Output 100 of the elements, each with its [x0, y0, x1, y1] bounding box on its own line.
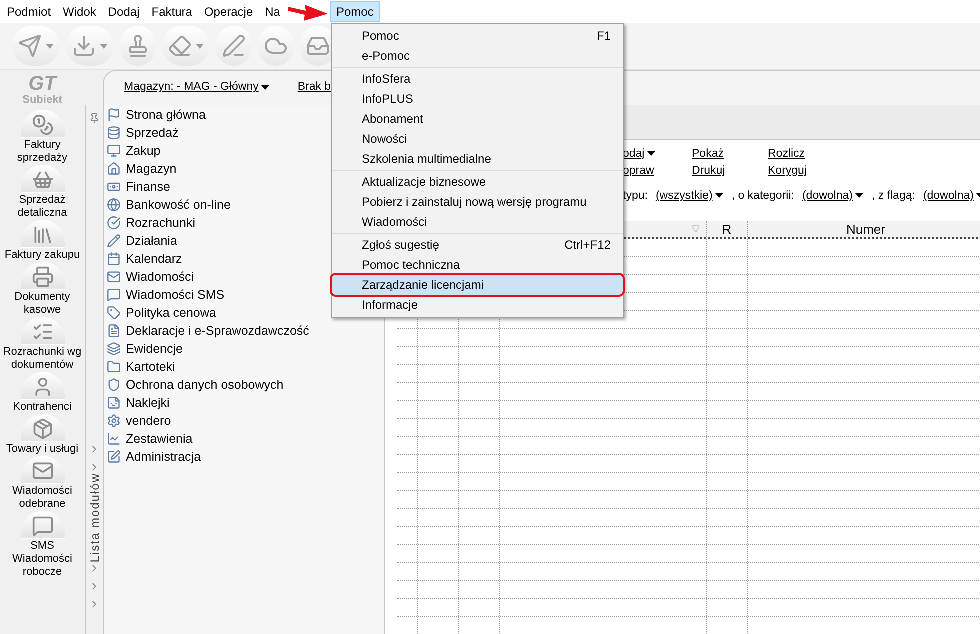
message-icon [32, 515, 54, 537]
sidebar-label: Faktury zakupu [4, 248, 80, 262]
sidebar-label: Sprzedaż detaliczna [16, 193, 68, 220]
menu-item[interactable]: Na [259, 1, 286, 22]
sidebar-label: Wiadomości odebrane [12, 484, 74, 511]
action-link[interactable]: Pokaż [692, 146, 768, 163]
caret-icon [714, 193, 724, 198]
sidebar-label: Towary i usługi [6, 442, 79, 456]
menu-item[interactable]: Faktura [146, 1, 198, 22]
module-item[interactable]: Kartoteki [107, 358, 384, 376]
flag-dropdown[interactable]: (dowolna) [923, 188, 980, 206]
document-icon [107, 324, 121, 338]
action-link[interactable]: Drukuj [692, 163, 768, 180]
layers-icon [107, 342, 121, 356]
module-item[interactable]: Naklejki [107, 394, 384, 412]
module-item[interactable]: Administracja [107, 448, 384, 466]
sidebar-button[interactable]: Towary i usługi [0, 414, 85, 456]
menu-item[interactable]: Operacje [198, 1, 260, 22]
database-icon [107, 126, 121, 140]
module-item[interactable]: vendero [107, 412, 384, 430]
module-item[interactable]: Ewidencje [107, 340, 384, 358]
menu-entry[interactable]: Szkolenia multimedialne [332, 149, 623, 169]
menu-entry[interactable]: Pomoc techniczna [332, 255, 623, 275]
column-header[interactable]: Numer [748, 221, 980, 238]
globe-icon [107, 198, 121, 212]
type-dropdown[interactable]: (wszystkie) [656, 188, 724, 206]
gear-icon [107, 414, 121, 428]
caret-icon [646, 151, 656, 156]
menu-item[interactable]: Podmiot [1, 1, 58, 22]
sort-icon [692, 225, 700, 234]
pin-icon[interactable] [89, 113, 100, 124]
module-item[interactable]: Zestawienia [107, 430, 384, 448]
sidebar-button[interactable]: SMS Wiadomości robocze [0, 511, 85, 579]
action-link[interactable]: opraw [623, 163, 692, 180]
menu-entry[interactable]: Informacje [332, 295, 623, 315]
mail-icon [32, 460, 54, 482]
sidebar-button[interactable]: Kontrahenci [0, 372, 85, 414]
logo-text: Subiekt [22, 94, 62, 106]
basket-icon [32, 169, 54, 191]
sidebar-button[interactable]: Rozrachunki wg dokumentów [0, 317, 85, 372]
menu-entry[interactable]: Pobierz i zainstaluj nową wersję programu [332, 192, 623, 212]
sticker-icon [107, 396, 121, 410]
action-link[interactable]: Koryguj [768, 163, 844, 180]
module-item[interactable]: Ochrona danych osobowych [107, 376, 384, 394]
tag-icon [107, 306, 121, 320]
caret-icon [260, 84, 270, 90]
calendar-icon [107, 252, 121, 266]
house-icon [107, 162, 121, 176]
menu-entry[interactable]: Wiadomości [332, 212, 623, 232]
column-header[interactable]: R [707, 221, 748, 238]
filter-label: , o kategorii: [732, 189, 794, 204]
status-link[interactable]: Brak b [298, 79, 332, 97]
sidebar-label: Rozrachunki wg dokumentów [2, 345, 83, 372]
menu-entry[interactable]: InfoSfera [332, 69, 623, 89]
sidebar-button[interactable]: Sprzedaż detaliczna [0, 165, 85, 220]
menu-entry[interactable]: Zarządzanie licencjami [332, 275, 623, 295]
menu-item[interactable]: Pomoc [330, 1, 380, 22]
package-icon [32, 418, 54, 440]
tray-icon [72, 34, 96, 58]
coins-icon [32, 114, 54, 136]
menu-item[interactable]: Widok [57, 1, 102, 22]
printer-icon [32, 266, 54, 288]
sidebar-button[interactable]: Wiadomości odebrane [0, 456, 85, 511]
menu-entry[interactable]: e-Pomoc [332, 46, 623, 66]
pointer-arrow [288, 2, 328, 20]
module-item[interactable]: Deklaracje i e-Sprawozdawczość [107, 322, 384, 340]
flag-icon [107, 108, 121, 122]
eraser-icon [168, 34, 192, 58]
sidebar-label: Kontrahenci [13, 400, 72, 414]
menu-entry[interactable]: Aktualizacje biznesowe [332, 172, 623, 192]
caret-icon [46, 44, 54, 48]
edit-icon [107, 450, 121, 464]
pencil-icon [107, 234, 121, 248]
banknote-icon [107, 180, 121, 194]
filter-label: , z flagą: [872, 189, 916, 204]
message-icon [107, 288, 121, 302]
sidebar-label: SMS Wiadomości robocze [12, 539, 74, 579]
logo-mark: GT [28, 74, 56, 94]
category-dropdown[interactable]: (dowolna) [802, 188, 864, 206]
caret-icon [100, 44, 108, 48]
menu-entry[interactable]: Pomoc F1 [332, 26, 623, 46]
send-icon [18, 34, 42, 58]
menu-item[interactable]: Dodaj [102, 1, 146, 22]
sidebar-button[interactable]: Faktury zakupu [0, 220, 85, 262]
warehouse-link[interactable]: Magazyn: - MAG - Główny [124, 79, 270, 97]
menu-entry[interactable]: Abonament [332, 109, 623, 129]
action-link[interactable]: odaj [623, 146, 692, 163]
pen-icon [222, 34, 246, 58]
folder-icon [107, 360, 121, 374]
chart-icon [107, 432, 121, 446]
sidebar-label: Faktury sprzedaży [16, 138, 69, 165]
menu-entry[interactable]: Zgłoś sugestię Ctrl+F12 [332, 235, 623, 255]
sidebar-label: Dokumenty kasowe [14, 290, 72, 317]
caret-icon [196, 44, 204, 48]
sidebar-button[interactable]: Dokumenty kasowe [0, 262, 85, 317]
menu-entry[interactable]: InfoPLUS [332, 89, 623, 109]
sidebar-button[interactable]: Faktury sprzedaży [0, 110, 85, 165]
mail-icon [107, 270, 121, 284]
menu-entry[interactable]: Nowości [332, 129, 623, 149]
action-link[interactable]: Rozlicz [768, 146, 844, 163]
